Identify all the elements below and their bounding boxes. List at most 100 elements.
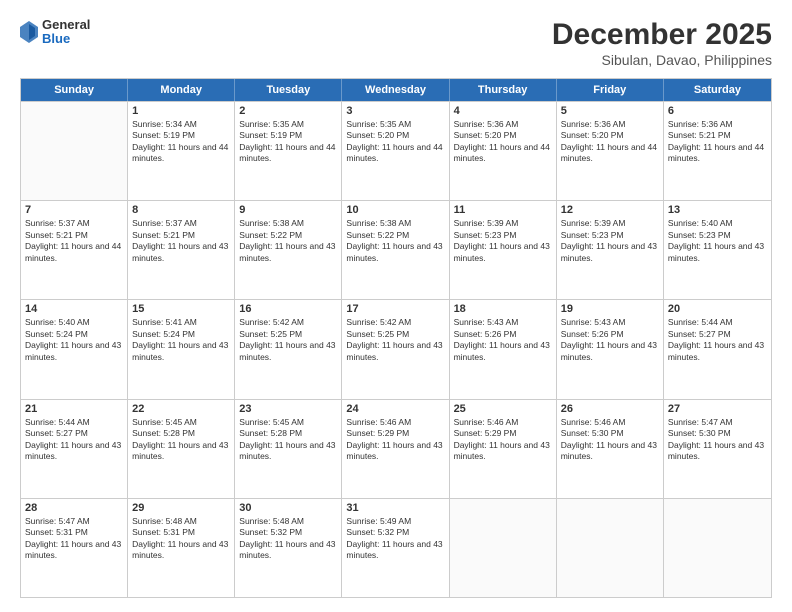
calendar-row-4: 21 Sunrise: 5:44 AM Sunset: 5:27 PM Dayli…: [21, 399, 771, 498]
cell-info: Sunrise: 5:40 AM Sunset: 5:24 PM Dayligh…: [25, 317, 123, 363]
header: General Blue December 2025 Sibulan, Dava…: [20, 18, 772, 68]
cal-cell-4-5: 25 Sunrise: 5:46 AM Sunset: 5:29 PM Dayli…: [450, 400, 557, 498]
day-number: 10: [346, 204, 444, 216]
calendar-subtitle: Sibulan, Davao, Philippines: [552, 52, 772, 68]
cell-info: Sunrise: 5:42 AM Sunset: 5:25 PM Dayligh…: [239, 317, 337, 363]
header-wednesday: Wednesday: [342, 79, 449, 101]
cal-cell-2-6: 12Sunrise: 5:39 AM Sunset: 5:23 PM Dayli…: [557, 201, 664, 299]
calendar-title: December 2025: [552, 18, 772, 52]
day-number: 28: [25, 502, 123, 514]
cal-cell-3-1: 14 Sunrise: 5:40 AM Sunset: 5:24 PM Dayli…: [21, 300, 128, 398]
day-number: 16: [239, 303, 337, 315]
cell-info: Sunrise: 5:46 AM Sunset: 5:29 PM Dayligh…: [346, 417, 444, 463]
cal-cell-2-2: 8 Sunrise: 5:37 AM Sunset: 5:21 PM Daylig…: [128, 201, 235, 299]
header-monday: Monday: [128, 79, 235, 101]
cell-info: Sunrise: 5:44 AM Sunset: 5:27 PM Dayligh…: [25, 417, 123, 463]
day-number: 30: [239, 502, 337, 514]
cal-cell-3-4: 17 Sunrise: 5:42 AM Sunset: 5:25 PM Dayli…: [342, 300, 449, 398]
cal-cell-4-7: 27Sunrise: 5:47 AM Sunset: 5:30 PM Dayli…: [664, 400, 771, 498]
day-number: 25: [454, 403, 552, 415]
cal-cell-4-6: 26 Sunrise: 5:46 AM Sunset: 5:30 PM Dayli…: [557, 400, 664, 498]
cell-info: Sunrise: 5:35 AM Sunset: 5:19 PM Dayligh…: [239, 119, 337, 165]
day-number: 15: [132, 303, 230, 315]
logo: General Blue: [20, 18, 90, 47]
cal-cell-2-3: 9Sunrise: 5:38 AM Sunset: 5:22 PM Daylig…: [235, 201, 342, 299]
cal-cell-5-6: [557, 499, 664, 597]
header-friday: Friday: [557, 79, 664, 101]
cell-info: Sunrise: 5:36 AM Sunset: 5:20 PM Dayligh…: [454, 119, 552, 165]
header-sunday: Sunday: [21, 79, 128, 101]
calendar-row-3: 14 Sunrise: 5:40 AM Sunset: 5:24 PM Dayli…: [21, 299, 771, 398]
day-number: 24: [346, 403, 444, 415]
day-number: 17: [346, 303, 444, 315]
cal-cell-1-2: 1Sunrise: 5:34 AM Sunset: 5:19 PM Daylig…: [128, 102, 235, 200]
day-number: 29: [132, 502, 230, 514]
cal-cell-1-4: 3 Sunrise: 5:35 AM Sunset: 5:20 PM Daylig…: [342, 102, 449, 200]
calendar: Sunday Monday Tuesday Wednesday Thursday…: [20, 78, 772, 598]
day-number: 6: [668, 105, 767, 117]
logo-general-label: General: [42, 18, 90, 32]
header-thursday: Thursday: [450, 79, 557, 101]
page: General Blue December 2025 Sibulan, Dava…: [0, 0, 792, 612]
cal-cell-3-2: 15Sunrise: 5:41 AM Sunset: 5:24 PM Dayli…: [128, 300, 235, 398]
cal-cell-2-1: 7 Sunrise: 5:37 AM Sunset: 5:21 PM Daylig…: [21, 201, 128, 299]
day-number: 7: [25, 204, 123, 216]
cal-cell-1-6: 5Sunrise: 5:36 AM Sunset: 5:20 PM Daylig…: [557, 102, 664, 200]
cell-info: Sunrise: 5:45 AM Sunset: 5:28 PM Dayligh…: [239, 417, 337, 463]
calendar-row-2: 7 Sunrise: 5:37 AM Sunset: 5:21 PM Daylig…: [21, 200, 771, 299]
day-number: 14: [25, 303, 123, 315]
cell-info: Sunrise: 5:43 AM Sunset: 5:26 PM Dayligh…: [454, 317, 552, 363]
logo-blue-label: Blue: [42, 32, 90, 46]
cal-cell-1-5: 4Sunrise: 5:36 AM Sunset: 5:20 PM Daylig…: [450, 102, 557, 200]
cal-cell-5-5: [450, 499, 557, 597]
cal-cell-5-1: 28 Sunrise: 5:47 AM Sunset: 5:31 PM Dayli…: [21, 499, 128, 597]
cal-cell-4-2: 22Sunrise: 5:45 AM Sunset: 5:28 PM Dayli…: [128, 400, 235, 498]
cell-info: Sunrise: 5:46 AM Sunset: 5:29 PM Dayligh…: [454, 417, 552, 463]
cal-cell-1-1: [21, 102, 128, 200]
cal-cell-4-3: 23 Sunrise: 5:45 AM Sunset: 5:28 PM Dayli…: [235, 400, 342, 498]
cal-cell-1-7: 6Sunrise: 5:36 AM Sunset: 5:21 PM Daylig…: [664, 102, 771, 200]
day-number: 18: [454, 303, 552, 315]
cal-cell-3-6: 19 Sunrise: 5:43 AM Sunset: 5:26 PM Dayli…: [557, 300, 664, 398]
calendar-row-1: 1Sunrise: 5:34 AM Sunset: 5:19 PM Daylig…: [21, 101, 771, 200]
cell-info: Sunrise: 5:39 AM Sunset: 5:23 PM Dayligh…: [454, 218, 552, 264]
cal-cell-5-7: [664, 499, 771, 597]
cell-info: Sunrise: 5:46 AM Sunset: 5:30 PM Dayligh…: [561, 417, 659, 463]
cal-cell-2-7: 13Sunrise: 5:40 AM Sunset: 5:23 PM Dayli…: [664, 201, 771, 299]
day-number: 1: [132, 105, 230, 117]
day-number: 20: [668, 303, 767, 315]
cal-cell-3-7: 20Sunrise: 5:44 AM Sunset: 5:27 PM Dayli…: [664, 300, 771, 398]
cal-cell-3-5: 18 Sunrise: 5:43 AM Sunset: 5:26 PM Dayli…: [450, 300, 557, 398]
cal-cell-5-2: 29 Sunrise: 5:48 AM Sunset: 5:31 PM Dayli…: [128, 499, 235, 597]
day-number: 11: [454, 204, 552, 216]
day-number: 19: [561, 303, 659, 315]
cell-info: Sunrise: 5:35 AM Sunset: 5:20 PM Dayligh…: [346, 119, 444, 165]
title-section: December 2025 Sibulan, Davao, Philippine…: [552, 18, 772, 68]
cell-info: Sunrise: 5:48 AM Sunset: 5:32 PM Dayligh…: [239, 516, 337, 562]
calendar-body: 1Sunrise: 5:34 AM Sunset: 5:19 PM Daylig…: [21, 101, 771, 597]
cal-cell-2-5: 11 Sunrise: 5:39 AM Sunset: 5:23 PM Dayli…: [450, 201, 557, 299]
cal-cell-3-3: 16 Sunrise: 5:42 AM Sunset: 5:25 PM Dayli…: [235, 300, 342, 398]
day-number: 21: [25, 403, 123, 415]
cal-cell-5-4: 31 Sunrise: 5:49 AM Sunset: 5:32 PM Dayli…: [342, 499, 449, 597]
day-number: 5: [561, 105, 659, 117]
day-number: 31: [346, 502, 444, 514]
cell-info: Sunrise: 5:39 AM Sunset: 5:23 PM Dayligh…: [561, 218, 659, 264]
cal-cell-4-4: 24 Sunrise: 5:46 AM Sunset: 5:29 PM Dayli…: [342, 400, 449, 498]
cell-info: Sunrise: 5:38 AM Sunset: 5:22 PM Dayligh…: [239, 218, 337, 264]
day-number: 22: [132, 403, 230, 415]
cell-info: Sunrise: 5:37 AM Sunset: 5:21 PM Dayligh…: [132, 218, 230, 264]
logo-icon: [20, 21, 38, 43]
cell-info: Sunrise: 5:43 AM Sunset: 5:26 PM Dayligh…: [561, 317, 659, 363]
cell-info: Sunrise: 5:47 AM Sunset: 5:30 PM Dayligh…: [668, 417, 767, 463]
cell-info: Sunrise: 5:37 AM Sunset: 5:21 PM Dayligh…: [25, 218, 123, 264]
cell-info: Sunrise: 5:48 AM Sunset: 5:31 PM Dayligh…: [132, 516, 230, 562]
day-number: 3: [346, 105, 444, 117]
day-number: 26: [561, 403, 659, 415]
header-tuesday: Tuesday: [235, 79, 342, 101]
cell-info: Sunrise: 5:49 AM Sunset: 5:32 PM Dayligh…: [346, 516, 444, 562]
cell-info: Sunrise: 5:47 AM Sunset: 5:31 PM Dayligh…: [25, 516, 123, 562]
cell-info: Sunrise: 5:42 AM Sunset: 5:25 PM Dayligh…: [346, 317, 444, 363]
day-number: 23: [239, 403, 337, 415]
day-number: 8: [132, 204, 230, 216]
